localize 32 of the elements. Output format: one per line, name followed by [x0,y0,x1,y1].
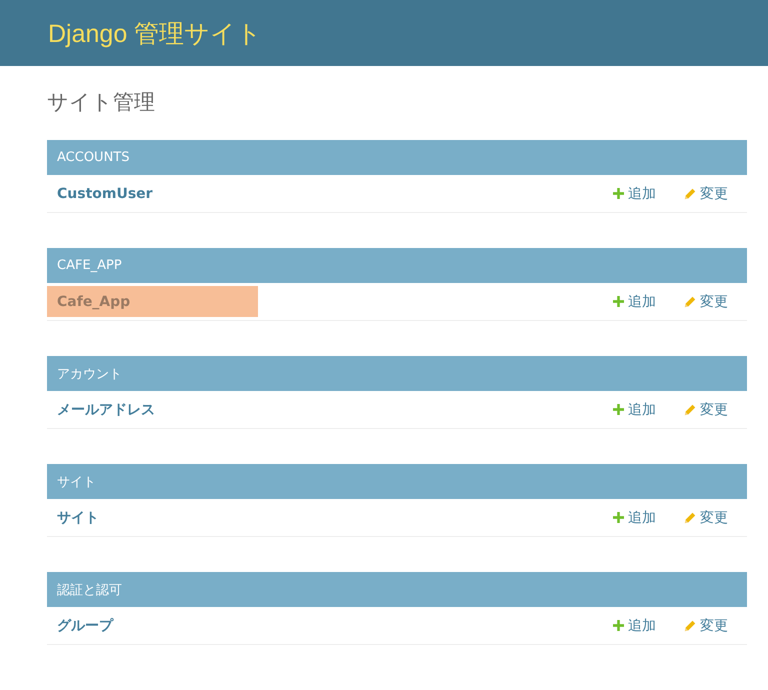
pencil-icon [684,620,696,632]
pencil-icon [684,296,696,308]
add-link[interactable]: 追加 [613,400,656,418]
change-link[interactable]: 変更 [684,292,728,310]
add-link[interactable]: 追加 [613,508,656,526]
site-title: Django 管理サイト [48,18,262,50]
app-caption: ACCOUNTS [47,140,747,175]
model-link[interactable]: グループ [47,610,258,641]
app-caption: 認証と認可 [47,572,747,607]
app-caption: サイト [47,464,747,499]
plus-icon [613,512,624,523]
pencil-icon [684,188,696,200]
model-link[interactable]: Cafe_App [47,286,258,317]
add-link[interactable]: 追加 [613,184,656,202]
app-caption: アカウント [47,356,747,391]
change-link[interactable]: 変更 [684,508,728,526]
plus-icon [613,620,624,631]
add-link[interactable]: 追加 [613,616,656,634]
plus-icon [613,404,624,415]
plus-icon [613,296,624,307]
model-link[interactable]: メールアドレス [47,394,258,425]
plus-icon [613,188,624,199]
model-link[interactable]: サイト [47,502,258,533]
page-title: サイト管理 [47,89,156,116]
pencil-icon [684,404,696,416]
change-link[interactable]: 変更 [684,400,728,418]
change-link[interactable]: 変更 [684,184,728,202]
add-link[interactable]: 追加 [613,292,656,310]
change-link[interactable]: 変更 [684,616,728,634]
app-caption: CAFE_APP [47,248,747,283]
pencil-icon [684,512,696,524]
model-link[interactable]: CustomUser [47,178,258,209]
